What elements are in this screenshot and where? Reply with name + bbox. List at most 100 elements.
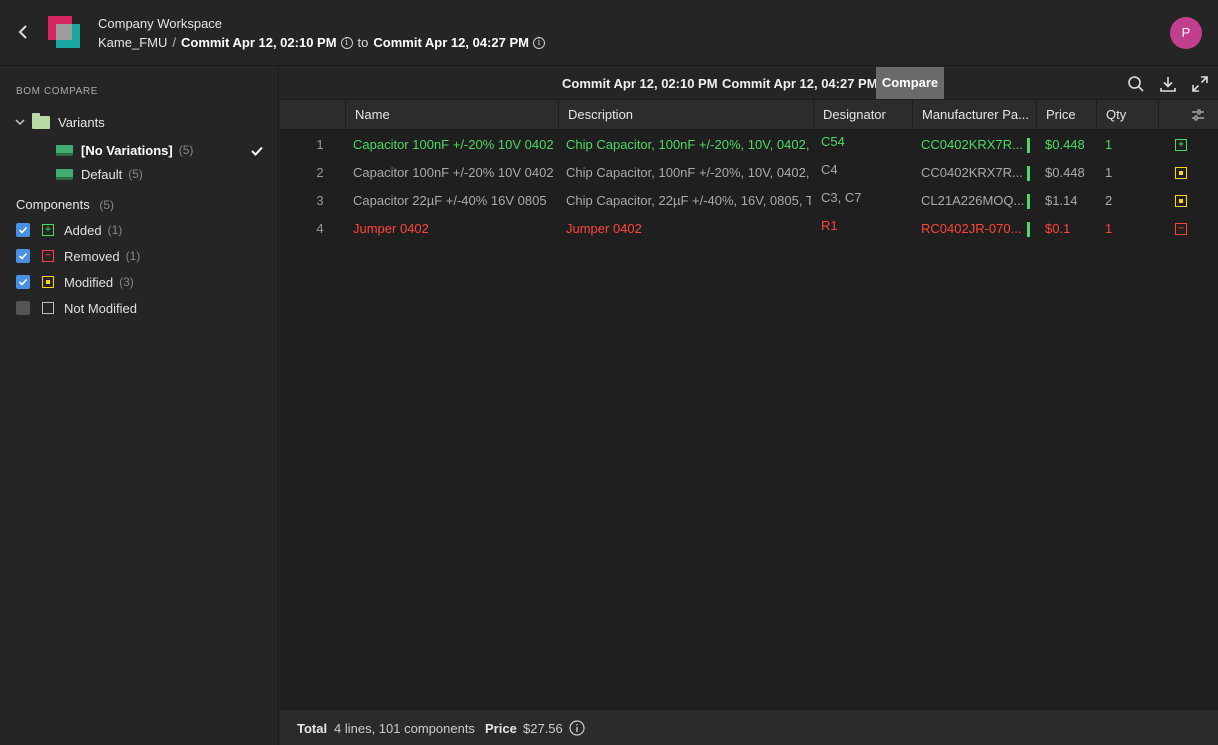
column-settings-icon[interactable] <box>1191 109 1205 121</box>
availability-bar <box>1027 194 1030 209</box>
filter-not-modified[interactable]: Not Modified <box>16 299 137 317</box>
not-modified-icon <box>42 302 54 314</box>
commit-a-label[interactable]: Commit Apr 12, 02:10 PM <box>562 76 718 91</box>
col-designator[interactable]: Designator <box>813 100 912 130</box>
mpn-text: CC0402KRX7R... <box>921 137 1023 152</box>
table-row[interactable]: 3 Capacitor 22µF +/-40% 16V 0805 Chip Ca… <box>280 187 1218 215</box>
compare-button[interactable]: Compare <box>876 67 944 99</box>
filter-count: (1) <box>125 249 141 263</box>
filter-modified[interactable]: Modified (3) <box>16 273 134 291</box>
variants-node[interactable]: Variants <box>14 112 105 132</box>
avatar[interactable]: P <box>1170 17 1202 49</box>
board-icon <box>56 144 73 156</box>
chevron-down-icon[interactable] <box>14 116 26 128</box>
col-name[interactable]: Name <box>345 100 558 130</box>
breadcrumb-separator: / <box>172 35 176 50</box>
added-icon: + <box>42 224 54 236</box>
removed-icon: − <box>42 250 54 262</box>
modified-icon <box>1175 195 1187 207</box>
compare-toolbar: Commit Apr 12, 02:10 PM Commit Apr 12, 0… <box>280 67 1218 99</box>
cell-designator: C3, C7 <box>821 190 862 205</box>
components-heading: Components (5) <box>16 197 114 212</box>
cell-description: Chip Capacitor, 22µF +/-40%, 16V, 0805, … <box>566 193 811 208</box>
col-description[interactable]: Description <box>558 100 813 130</box>
not-modified-checkbox[interactable] <box>16 301 30 315</box>
table-row[interactable]: 2 Capacitor 100nF +/-20% 10V 0402 Chip C… <box>280 159 1218 187</box>
project-name[interactable]: Kame_FMU <box>98 35 167 50</box>
table-footer: Total 4 lines, 101 components Price $27.… <box>280 709 1218 745</box>
filter-label: Added <box>64 222 102 238</box>
sidebar: BOM COMPARE Variants [No Variations] (5)… <box>0 67 279 745</box>
variant-label: Default <box>81 166 123 182</box>
variant-item-default[interactable]: Default (5) <box>56 164 143 184</box>
cell-designator: C54 <box>821 134 845 149</box>
total-label: Total <box>297 721 328 736</box>
check-icon <box>18 278 28 286</box>
variant-label: [No Variations] <box>81 142 173 158</box>
total-value: 4 lines, 101 components <box>334 721 475 736</box>
filter-label: Modified <box>64 274 114 290</box>
sidebar-title: BOM COMPARE <box>16 86 98 97</box>
breadcrumb: Kame_FMU / Commit Apr 12, 02:10 PM i to … <box>98 35 545 50</box>
to-label: to <box>357 35 369 50</box>
cell-qty: 1 <box>1105 165 1113 180</box>
modified-icon <box>42 276 54 288</box>
mpn-text: CL21A226MOQ... <box>921 193 1025 208</box>
cell-mpn: CC0402KRX7R... <box>912 159 1036 187</box>
col-manufacturer-part[interactable]: Manufacturer Pa... <box>912 100 1036 130</box>
cell-qty: 1 <box>1105 221 1113 236</box>
col-price[interactable]: Price <box>1036 100 1096 130</box>
cell-description: Chip Capacitor, 100nF +/-20%, 10V, 0402, <box>566 165 810 180</box>
mpn-text: CC0402KRX7R... <box>921 165 1023 180</box>
cell-mpn: CC0402KRX7R... <box>912 131 1036 159</box>
filter-label: Removed <box>64 248 120 264</box>
variant-count: (5) <box>178 143 194 157</box>
cell-price: $0.448 <box>1045 137 1085 152</box>
removed-checkbox[interactable] <box>16 249 30 263</box>
filter-label: Not Modified <box>64 300 137 316</box>
price-value: $27.56 <box>523 721 563 736</box>
cell-mpn: CL21A226MOQ... <box>912 187 1036 215</box>
table-row[interactable]: 4 Jumper 0402 Jumper 0402 R1 RC0402JR-07… <box>280 215 1218 243</box>
added-icon: + <box>1175 139 1187 151</box>
filter-count: (1) <box>107 223 123 237</box>
cell-price: $0.448 <box>1045 165 1085 180</box>
modified-checkbox[interactable] <box>16 275 30 289</box>
cell-description: Jumper 0402 <box>566 221 642 236</box>
logo-icon <box>48 16 80 48</box>
variants-label: Variants <box>58 114 105 130</box>
search-icon[interactable] <box>1127 75 1145 93</box>
commit-to: Commit Apr 12, 04:27 PM <box>373 35 529 50</box>
workspace-name[interactable]: Company Workspace <box>98 16 222 31</box>
added-checkbox[interactable] <box>16 223 30 237</box>
availability-bar <box>1027 138 1030 153</box>
components-label: Components <box>16 197 90 212</box>
expand-icon[interactable] <box>1191 75 1209 93</box>
board-icon <box>56 168 73 180</box>
folder-icon <box>32 112 50 129</box>
back-arrow-icon[interactable] <box>14 22 32 42</box>
cell-mpn: RC0402JR-070... <box>912 215 1036 243</box>
col-qty[interactable]: Qty <box>1096 100 1158 130</box>
table-row[interactable]: 1 Capacitor 100nF +/-20% 10V 0402 Chip C… <box>280 131 1218 159</box>
info-icon[interactable] <box>569 720 585 736</box>
cell-qty: 1 <box>1105 137 1113 152</box>
cell-name: Capacitor 100nF +/-20% 10V 0402 <box>353 137 554 152</box>
availability-bar <box>1027 222 1030 237</box>
filter-removed[interactable]: − Removed (1) <box>16 247 140 265</box>
info-icon[interactable]: i <box>532 36 545 49</box>
download-icon[interactable] <box>1159 75 1177 93</box>
table-header: Name Description Designator Manufacturer… <box>280 100 1218 130</box>
cell-price: $0.1 <box>1045 221 1071 236</box>
check-icon <box>18 226 28 234</box>
info-icon[interactable]: i <box>340 36 353 49</box>
commit-b-label[interactable]: Commit Apr 12, 04:27 PM <box>722 76 878 91</box>
modified-icon <box>1175 167 1187 179</box>
variant-count: (5) <box>128 167 143 181</box>
removed-icon: − <box>1175 223 1187 235</box>
variant-item-no-variations[interactable]: [No Variations] (5) <box>56 140 193 160</box>
cell-qty: 2 <box>1105 193 1113 208</box>
filter-added[interactable]: + Added (1) <box>16 221 122 239</box>
availability-bar <box>1027 166 1030 181</box>
col-settings[interactable] <box>1158 100 1218 130</box>
